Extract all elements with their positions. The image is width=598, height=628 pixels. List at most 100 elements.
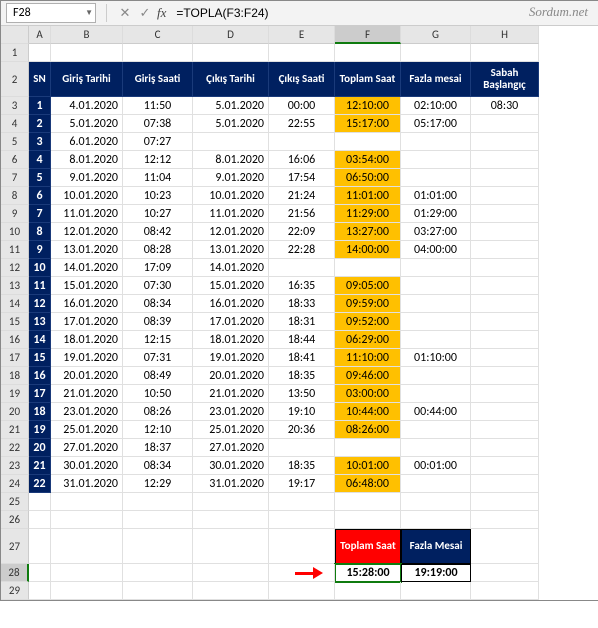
giris-saati[interactable]: 07:31: [123, 349, 193, 367]
cikis-tarihi[interactable]: 17.01.2020: [193, 313, 269, 331]
giris-tarihi[interactable]: 21.01.2020: [51, 385, 123, 403]
cell-empty[interactable]: [471, 511, 539, 529]
table-header-A[interactable]: SN: [29, 62, 51, 97]
sabah-baslangic[interactable]: [471, 259, 539, 277]
cell-empty[interactable]: [193, 564, 269, 582]
giris-tarihi[interactable]: 16.01.2020: [51, 295, 123, 313]
cell-empty[interactable]: [335, 44, 401, 62]
sum-value-fazla[interactable]: 19:19:00: [401, 564, 471, 582]
cell-empty[interactable]: [471, 493, 539, 511]
fazla-mesai[interactable]: 01:01:00: [401, 187, 471, 205]
fazla-mesai[interactable]: 02:10:00: [401, 97, 471, 115]
sn-cell[interactable]: 18: [29, 403, 51, 421]
cell-empty[interactable]: [123, 44, 193, 62]
cikis-tarihi[interactable]: 23.01.2020: [193, 403, 269, 421]
row-header-6[interactable]: 6: [1, 151, 29, 169]
cell-empty[interactable]: [29, 511, 51, 529]
cell-empty[interactable]: [471, 529, 539, 564]
giris-saati[interactable]: 08:39: [123, 313, 193, 331]
giris-tarihi[interactable]: 20.01.2020: [51, 367, 123, 385]
row-header-22[interactable]: 22: [1, 439, 29, 457]
row-header-17[interactable]: 17: [1, 349, 29, 367]
sabah-baslangic[interactable]: [471, 313, 539, 331]
fazla-mesai[interactable]: 05:17:00: [401, 115, 471, 133]
sabah-baslangic[interactable]: [471, 457, 539, 475]
cikis-saati[interactable]: [269, 259, 335, 277]
cell-empty[interactable]: [51, 529, 123, 564]
cikis-saati[interactable]: 16:06: [269, 151, 335, 169]
name-box[interactable]: F28 ▼: [6, 3, 96, 23]
sum-value-toplam[interactable]: 15:28:00: [335, 564, 401, 582]
col-header-B[interactable]: B: [51, 26, 123, 44]
cikis-saati[interactable]: 19:17: [269, 475, 335, 493]
cikis-tarihi[interactable]: 8.01.2020: [193, 151, 269, 169]
giris-saati[interactable]: 08:28: [123, 241, 193, 259]
cell-empty[interactable]: [29, 44, 51, 62]
toplam-saat[interactable]: 15:17:00: [335, 115, 401, 133]
fazla-mesai[interactable]: [401, 259, 471, 277]
dropdown-icon[interactable]: ▼: [85, 8, 93, 18]
row-header-5[interactable]: 5: [1, 133, 29, 151]
giris-tarihi[interactable]: 18.01.2020: [51, 331, 123, 349]
cell-empty[interactable]: [269, 529, 335, 564]
row-header-12[interactable]: 12: [1, 259, 29, 277]
giris-saati[interactable]: 07:38: [123, 115, 193, 133]
fazla-mesai[interactable]: 01:29:00: [401, 205, 471, 223]
cikis-tarihi[interactable]: 5.01.2020: [193, 115, 269, 133]
row-header-11[interactable]: 11: [1, 241, 29, 259]
toplam-saat[interactable]: 10:01:00: [335, 457, 401, 475]
col-header-A[interactable]: A: [29, 26, 51, 44]
giris-saati[interactable]: 08:49: [123, 367, 193, 385]
sabah-baslangic[interactable]: [471, 151, 539, 169]
cell-empty[interactable]: [269, 582, 335, 600]
fazla-mesai[interactable]: [401, 313, 471, 331]
row-header-21[interactable]: 21: [1, 421, 29, 439]
cell-empty[interactable]: [51, 44, 123, 62]
col-header-F[interactable]: F: [335, 26, 401, 44]
cell-empty[interactable]: [51, 564, 123, 582]
cell-empty[interactable]: [29, 564, 51, 582]
cell-empty[interactable]: [193, 44, 269, 62]
cikis-saati[interactable]: 13:50: [269, 385, 335, 403]
cell-empty[interactable]: [51, 511, 123, 529]
fazla-mesai[interactable]: [401, 151, 471, 169]
sum-header-fazla[interactable]: Fazla Mesai: [401, 529, 471, 564]
col-header-C[interactable]: C: [123, 26, 193, 44]
toplam-saat[interactable]: 10:44:00: [335, 403, 401, 421]
giris-tarihi[interactable]: 23.01.2020: [51, 403, 123, 421]
giris-saati[interactable]: 08:34: [123, 457, 193, 475]
cell-empty[interactable]: [123, 564, 193, 582]
cell-empty[interactable]: [401, 44, 471, 62]
cikis-saati[interactable]: 18:33: [269, 295, 335, 313]
sabah-baslangic[interactable]: [471, 187, 539, 205]
sabah-baslangic[interactable]: [471, 421, 539, 439]
sn-cell[interactable]: 8: [29, 223, 51, 241]
giris-tarihi[interactable]: 4.01.2020: [51, 97, 123, 115]
cell-empty[interactable]: [123, 493, 193, 511]
cikis-saati[interactable]: 21:24: [269, 187, 335, 205]
cikis-saati[interactable]: [269, 133, 335, 151]
sabah-baslangic[interactable]: 08:30: [471, 97, 539, 115]
fazla-mesai[interactable]: [401, 439, 471, 457]
row-header-8[interactable]: 8: [1, 187, 29, 205]
sabah-baslangic[interactable]: [471, 223, 539, 241]
sabah-baslangic[interactable]: [471, 133, 539, 151]
cikis-tarihi[interactable]: 25.01.2020: [193, 421, 269, 439]
sn-cell[interactable]: 9: [29, 241, 51, 259]
giris-saati[interactable]: 11:04: [123, 169, 193, 187]
table-header-C[interactable]: Giriş Saati: [123, 62, 193, 97]
col-header-D[interactable]: D: [193, 26, 269, 44]
table-header-H[interactable]: Sabah Başlangıç: [471, 62, 539, 97]
cell-empty[interactable]: [269, 44, 335, 62]
cikis-saati[interactable]: 18:35: [269, 367, 335, 385]
giris-saati[interactable]: 17:09: [123, 259, 193, 277]
sabah-baslangic[interactable]: [471, 403, 539, 421]
giris-tarihi[interactable]: 19.01.2020: [51, 349, 123, 367]
toplam-saat[interactable]: 09:05:00: [335, 277, 401, 295]
cell-empty[interactable]: [471, 582, 539, 600]
cell-empty[interactable]: [401, 511, 471, 529]
fazla-mesai[interactable]: 03:27:00: [401, 223, 471, 241]
sn-cell[interactable]: 6: [29, 187, 51, 205]
cikis-tarihi[interactable]: 13.01.2020: [193, 241, 269, 259]
row-header-4[interactable]: 4: [1, 115, 29, 133]
